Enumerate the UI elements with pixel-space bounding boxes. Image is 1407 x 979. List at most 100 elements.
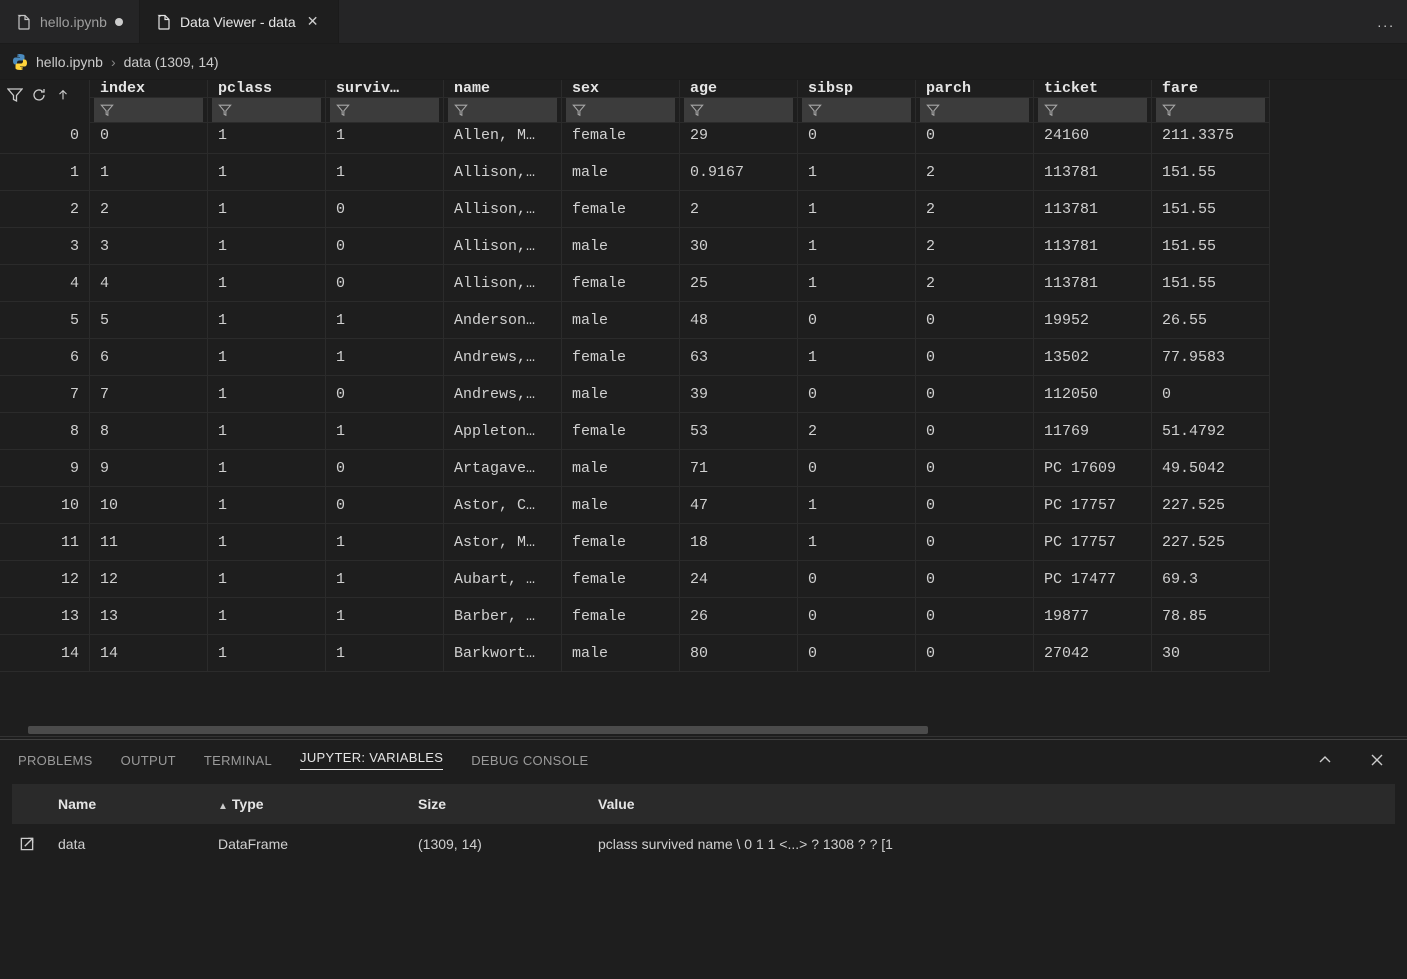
cell[interactable]: Allison,… xyxy=(444,154,562,191)
cell[interactable]: 2 xyxy=(916,228,1034,265)
cell[interactable]: 151.55 xyxy=(1152,154,1270,191)
cell[interactable]: 1 xyxy=(208,339,326,376)
cell[interactable]: 0 xyxy=(326,487,444,524)
breadcrumb-file[interactable]: hello.ipynb xyxy=(36,54,103,70)
cell[interactable]: 0 xyxy=(1152,376,1270,413)
cell[interactable]: 0 xyxy=(326,450,444,487)
panel-tab-jupyter-variables[interactable]: JUPYTER: VARIABLES xyxy=(300,750,443,770)
cell[interactable]: Andrews,… xyxy=(444,339,562,376)
cell[interactable]: 1 xyxy=(208,413,326,450)
cell[interactable]: 2 xyxy=(680,191,798,228)
variable-row[interactable]: data DataFrame (1309, 14) pclass survive… xyxy=(12,824,1395,864)
cell[interactable]: 1 xyxy=(326,561,444,598)
cell[interactable]: 2 xyxy=(798,413,916,450)
cell[interactable]: 19877 xyxy=(1034,598,1152,635)
cell[interactable]: 29 xyxy=(680,117,798,154)
cell[interactable]: female xyxy=(562,191,680,228)
cell[interactable]: 48 xyxy=(680,302,798,339)
cell[interactable]: 0 xyxy=(326,228,444,265)
refresh-icon[interactable] xyxy=(30,86,48,104)
cell[interactable]: 1 xyxy=(326,117,444,154)
cell[interactable]: 1 xyxy=(798,265,916,302)
cell[interactable]: 2 xyxy=(90,191,208,228)
cell[interactable]: 69.3 xyxy=(1152,561,1270,598)
cell[interactable]: 0 xyxy=(798,450,916,487)
cell[interactable]: 112050 xyxy=(1034,376,1152,413)
scrollbar-thumb[interactable] xyxy=(28,726,928,734)
cell[interactable]: Appleton… xyxy=(444,413,562,450)
cell[interactable]: Barber, … xyxy=(444,598,562,635)
close-icon[interactable]: ✕ xyxy=(304,13,322,30)
column-header-sibsp[interactable]: sibsp xyxy=(798,80,916,98)
horizontal-scrollbar[interactable] xyxy=(0,724,1407,736)
cell[interactable]: 113781 xyxy=(1034,265,1152,302)
cell[interactable]: 14 xyxy=(90,635,208,672)
cell[interactable]: 2 xyxy=(916,154,1034,191)
cell[interactable]: Allison,… xyxy=(444,191,562,228)
column-header-surviv[interactable]: surviv… xyxy=(326,80,444,98)
cell[interactable]: 1 xyxy=(326,339,444,376)
col-value[interactable]: Value xyxy=(598,796,1389,812)
cell[interactable]: 13502 xyxy=(1034,339,1152,376)
breadcrumb-item[interactable]: data (1309, 14) xyxy=(124,54,219,70)
cell[interactable]: 0 xyxy=(916,339,1034,376)
cell[interactable]: 3 xyxy=(90,228,208,265)
cell[interactable]: male xyxy=(562,376,680,413)
cell[interactable]: 1 xyxy=(798,154,916,191)
cell[interactable]: 24160 xyxy=(1034,117,1152,154)
cell[interactable]: 4 xyxy=(90,265,208,302)
cell[interactable]: 10 xyxy=(90,487,208,524)
cell[interactable]: PC 17757 xyxy=(1034,487,1152,524)
cell[interactable]: 1 xyxy=(326,524,444,561)
cell[interactable]: 2 xyxy=(916,191,1034,228)
cell[interactable]: Allison,… xyxy=(444,265,562,302)
cell[interactable]: female xyxy=(562,413,680,450)
cell[interactable]: 30 xyxy=(1152,635,1270,672)
cell[interactable]: 1 xyxy=(208,524,326,561)
cell[interactable]: 1 xyxy=(326,154,444,191)
cell[interactable]: 5 xyxy=(90,302,208,339)
cell[interactable]: PC 17477 xyxy=(1034,561,1152,598)
cell[interactable]: 227.525 xyxy=(1152,487,1270,524)
cell[interactable]: 1 xyxy=(208,376,326,413)
column-header-fare[interactable]: fare xyxy=(1152,80,1270,98)
cell[interactable]: male xyxy=(562,228,680,265)
cell[interactable]: 1 xyxy=(798,228,916,265)
cell[interactable]: 0 xyxy=(916,450,1034,487)
arrow-up-icon[interactable] xyxy=(54,86,72,104)
table-row[interactable]: 9910Artagave…male7100PC 1760949.5042 xyxy=(0,450,1407,487)
cell[interactable]: 0 xyxy=(916,413,1034,450)
cell[interactable]: 0 xyxy=(326,191,444,228)
cell[interactable]: 8 xyxy=(90,413,208,450)
cell[interactable]: 151.55 xyxy=(1152,265,1270,302)
cell[interactable]: male xyxy=(562,450,680,487)
cell[interactable]: 1 xyxy=(208,191,326,228)
cell[interactable]: Artagave… xyxy=(444,450,562,487)
cell[interactable]: 1 xyxy=(208,487,326,524)
cell[interactable]: 19952 xyxy=(1034,302,1152,339)
cell[interactable]: female xyxy=(562,598,680,635)
cell[interactable]: male xyxy=(562,154,680,191)
cell[interactable]: Astor, M… xyxy=(444,524,562,561)
table-row[interactable]: 3310Allison,…male3012113781151.55 xyxy=(0,228,1407,265)
column-header-parch[interactable]: parch xyxy=(916,80,1034,98)
cell[interactable]: 0 xyxy=(798,376,916,413)
cell[interactable]: 1 xyxy=(208,561,326,598)
cell[interactable]: Andrews,… xyxy=(444,376,562,413)
cell[interactable]: male xyxy=(562,302,680,339)
cell[interactable]: 24 xyxy=(680,561,798,598)
cell[interactable]: PC 17609 xyxy=(1034,450,1152,487)
cell[interactable]: 7 xyxy=(90,376,208,413)
cell[interactable]: 6 xyxy=(90,339,208,376)
cell[interactable]: 1 xyxy=(208,598,326,635)
panel-tab-debug-console[interactable]: DEBUG CONSOLE xyxy=(471,753,588,768)
cell[interactable]: 0 xyxy=(916,117,1034,154)
tab-hello-ipynb[interactable]: hello.ipynb xyxy=(0,0,140,43)
cell[interactable]: 49.5042 xyxy=(1152,450,1270,487)
cell[interactable]: 0 xyxy=(916,487,1034,524)
cell[interactable]: 0 xyxy=(916,302,1034,339)
cell[interactable]: 78.85 xyxy=(1152,598,1270,635)
cell[interactable]: 26 xyxy=(680,598,798,635)
cell[interactable]: 77.9583 xyxy=(1152,339,1270,376)
cell[interactable]: Barkwort… xyxy=(444,635,562,672)
